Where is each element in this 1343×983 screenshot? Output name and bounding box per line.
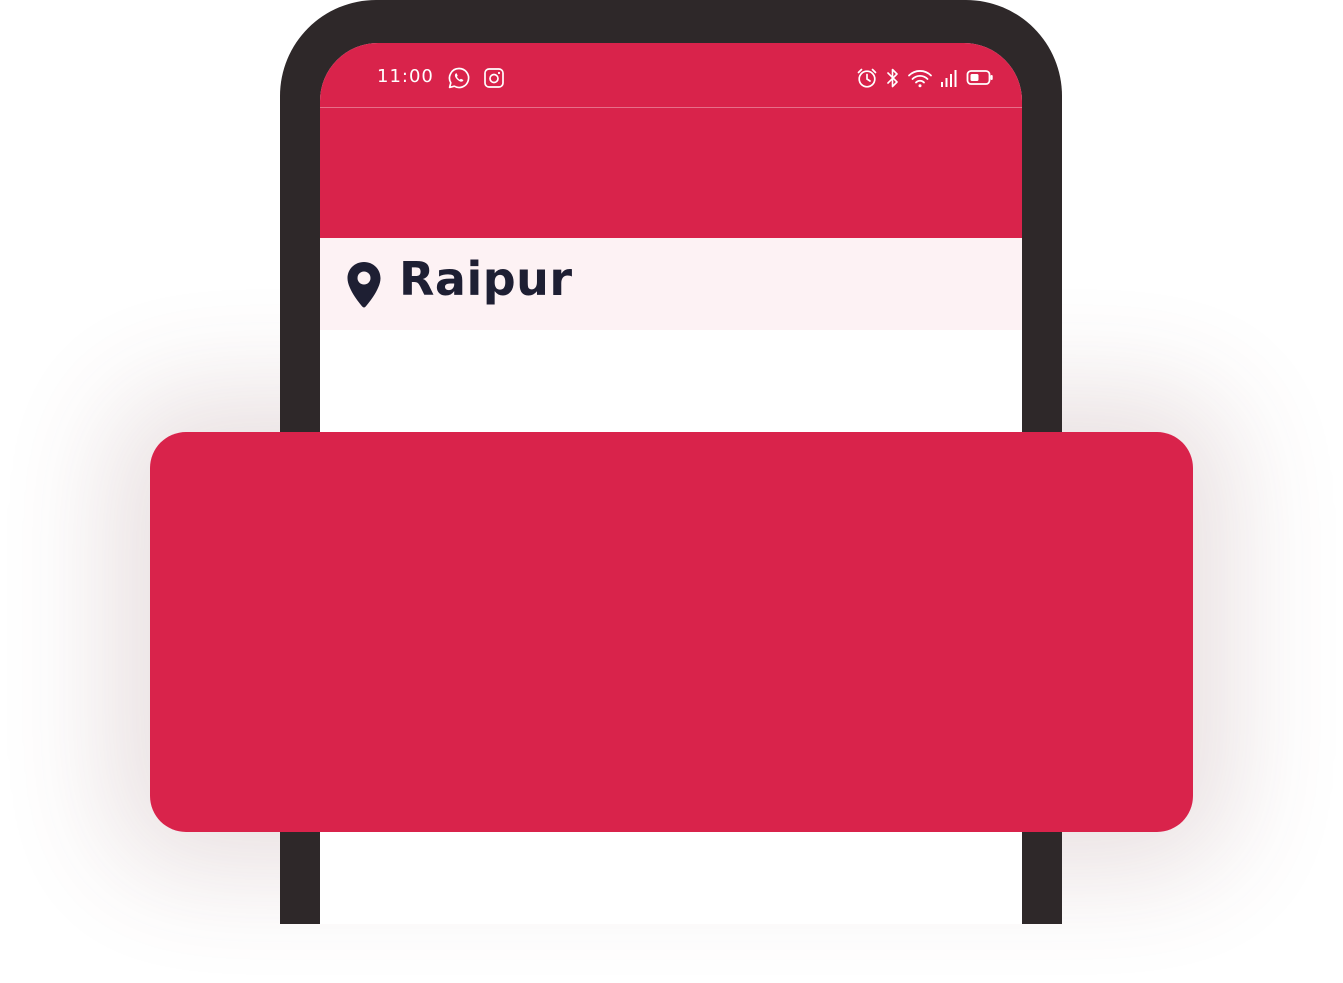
- bluetooth-icon: [887, 68, 898, 88]
- map-pin-icon: [347, 262, 381, 308]
- instagram-icon: [484, 68, 504, 88]
- signal-icon: [941, 70, 957, 87]
- wifi-icon: [908, 70, 932, 88]
- status-time: 11:00: [377, 66, 434, 87]
- promo-card: [150, 432, 1193, 832]
- location-bar[interactable]: Raipur: [320, 238, 1022, 330]
- location-name: Raipur: [399, 252, 573, 306]
- alarm-icon: [857, 68, 877, 88]
- whatsapp-icon: [448, 67, 470, 89]
- status-bar: 11:00: [320, 43, 1022, 108]
- battery-icon: [966, 70, 993, 85]
- app-header: [320, 108, 1022, 238]
- stage: 11:00 Raipur: [0, 0, 1343, 983]
